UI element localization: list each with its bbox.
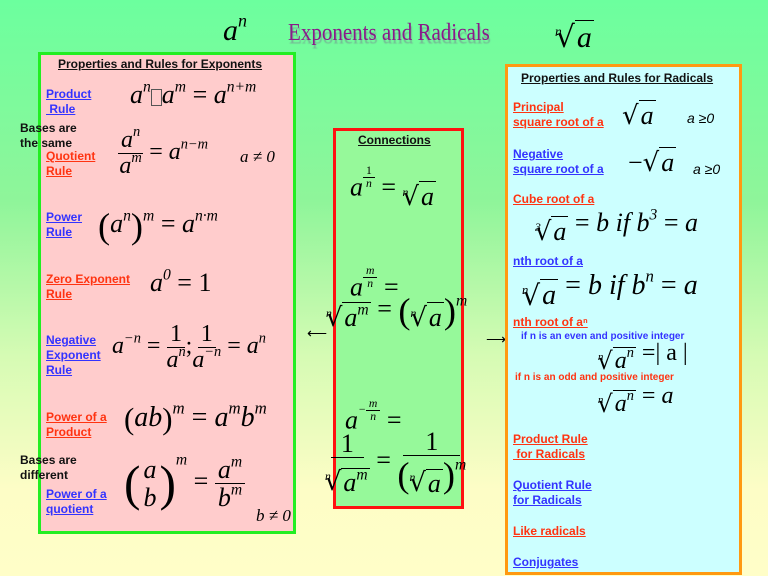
power-of-product-link[interactable]: Power of a Product [46,410,107,440]
power-quotient-condition: b ≠ 0 [256,506,291,525]
connection-formula-3-bottom: 1 n √ am = 1(n √ a)m [324,427,467,499]
negative-square-root-link[interactable]: Negative square root of a [513,147,604,177]
zero-exponent-formula: a0 = 1 [150,266,212,297]
page-title: Exponents and Radicals [288,18,490,46]
quotient-rule-radicals-link[interactable]: Quotient Rule for Radicals [513,478,592,508]
nth-root-formula: n √ a = b if bn = a [522,266,698,312]
negative-condition: a ≥0 [693,161,721,177]
principal-condition: a ≥0 [687,110,715,126]
power-of-quotient-link[interactable]: Power of a quotient [46,487,107,517]
power-rule-link[interactable]: Power Rule [46,210,82,240]
negative-exponent-rule-link[interactable]: Negative Exponent Rule [46,333,101,378]
bases-same-note: Bases are the same [20,121,77,150]
connections-header: Connections [358,133,431,147]
like-radicals-link[interactable]: Like radicals [513,524,586,539]
cube-root-formula: 3 √ a = b if b3 = a [534,206,699,247]
product-rule-radicals-link[interactable]: Product Rule for Radicals [513,432,588,462]
power-rule-formula: (an)m = an·m [98,206,218,246]
bases-different-note: Bases are different [20,453,77,482]
even-root-formula: n √ an =| a | [597,340,688,375]
power-of-quotient-formula: (a b)m = am bm [124,452,246,512]
negative-root-formula: − √ a [628,147,677,178]
negative-exponent-formula: a−n = 1 an; 1 a−n = an [112,321,266,374]
product-rule-link[interactable]: Product Rule [46,87,91,117]
exponents-header: Properties and Rules for Exponents [58,57,263,71]
quotient-rule-link[interactable]: Quotient Rule [46,149,95,179]
title-a-to-n: an [223,10,247,48]
principal-root-formula: √ a [622,100,656,131]
connection-formula-1: a1n = n √ a [350,164,436,212]
title-nth-root-a: n √ a [555,19,594,55]
principal-square-root-link[interactable]: Principal square root of a [513,100,604,130]
arrow-left-icon: ⟵ [307,325,328,341]
connection-formula-2-bottom: n √ am = (n √ a)m [325,291,468,333]
odd-root-formula: n √ an = a [597,383,674,418]
zero-exponent-rule-link[interactable]: Zero Exponent Rule [46,272,130,302]
power-of-product-formula: (ab)m = ambm [124,398,267,437]
quotient-rule-formula: an am = an−m [118,124,209,180]
quotient-condition: a ≠ 0 [240,147,275,166]
nth-root-link[interactable]: nth root of a [513,254,583,269]
odd-integer-note: if n is an odd and positive integer [515,372,674,383]
product-rule-formula: an am = an+m [130,78,257,109]
cube-root-link[interactable]: Cube root of a [513,192,594,207]
radicals-header: Properties and Rules for Radicals [521,71,714,85]
nth-root-of-a-n-link[interactable]: nth root of aⁿ [513,315,588,330]
conjugates-link[interactable]: Conjugates [513,555,578,570]
arrow-right-icon: ⟶ [486,331,507,347]
